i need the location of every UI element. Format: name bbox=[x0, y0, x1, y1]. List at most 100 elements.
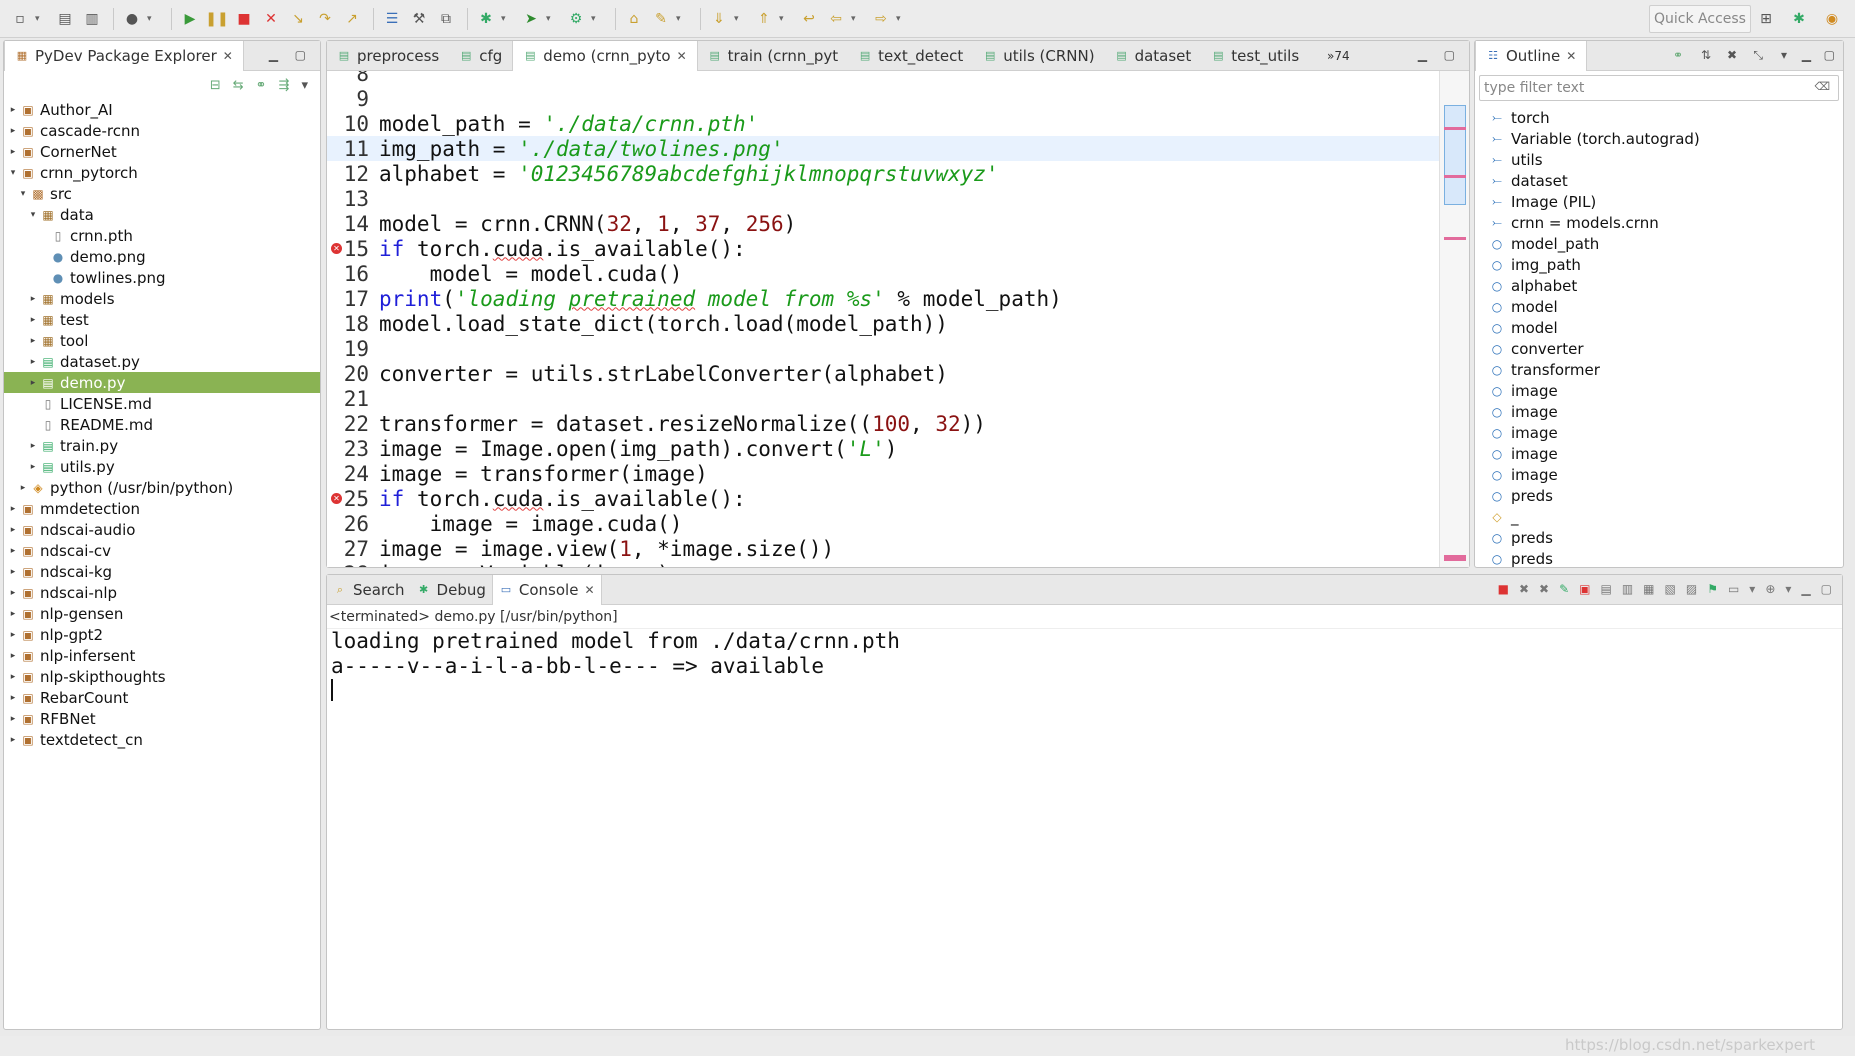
hide-fields-icon[interactable]: ✖ bbox=[1727, 48, 1737, 62]
tree-item[interactable]: ▸ ▣ textdetect_cn bbox=[4, 729, 320, 750]
tree-item[interactable]: ▸ ▣ nlp-skipthoughts bbox=[4, 666, 320, 687]
outline-item[interactable]: ○ preds bbox=[1475, 548, 1843, 569]
clear-console-icon[interactable]: ▣ bbox=[1579, 582, 1590, 596]
collapse-all-icon[interactable]: ⊟ bbox=[210, 78, 221, 93]
tree-item[interactable]: ▾ ▩ src bbox=[4, 183, 320, 204]
overview-marker[interactable] bbox=[1444, 237, 1466, 240]
new-console-icon[interactable]: ⊕ bbox=[1765, 582, 1775, 596]
filter-icon[interactable]: ⚭ bbox=[1673, 48, 1683, 62]
code-line[interactable]: 24 image = transformer(image) bbox=[327, 461, 1439, 486]
previous-annotation-icon[interactable]: ⇑ bbox=[752, 7, 776, 31]
tree-item[interactable]: ▸ ▤ train.py bbox=[4, 435, 320, 456]
outline-item[interactable]: ○ image bbox=[1475, 401, 1843, 422]
expanded-arrow-icon[interactable]: ▾ bbox=[8, 168, 18, 178]
view-menu-icon[interactable]: ▾ bbox=[301, 78, 308, 93]
tree-item[interactable]: ▸ ▦ models bbox=[4, 288, 320, 309]
tree-item[interactable]: ▯ crnn.pth bbox=[4, 225, 320, 246]
outline-item[interactable]: ○ image bbox=[1475, 422, 1843, 443]
console-tab[interactable]: ▭ Console ✕ bbox=[491, 574, 602, 605]
code-line[interactable]: 28image = Variable(image) bbox=[327, 561, 1439, 568]
tree-item[interactable]: ▸ ▣ ndscai-kg bbox=[4, 561, 320, 582]
show-stderr-icon[interactable]: ▨ bbox=[1686, 582, 1697, 596]
terminate-icon[interactable]: ■ bbox=[232, 7, 256, 31]
collapsed-arrow-icon[interactable]: ▸ bbox=[8, 735, 18, 745]
code-line[interactable]: ✕ 15 if torch.cuda.is_available(): bbox=[327, 236, 1439, 261]
code-line[interactable]: 8 bbox=[327, 71, 1439, 86]
outline-item[interactable]: ○ image bbox=[1475, 464, 1843, 485]
collapsed-arrow-icon[interactable]: ▸ bbox=[8, 147, 18, 157]
tab-package-explorer[interactable]: ▦ PyDev Package Explorer ✕ bbox=[4, 40, 244, 71]
collapse-icon[interactable]: ⤡ bbox=[1753, 48, 1763, 63]
disconnect-icon[interactable]: ✕ bbox=[259, 7, 283, 31]
collapsed-arrow-icon[interactable]: ▸ bbox=[8, 567, 18, 577]
tree-item[interactable]: ▸ ▣ cascade-rcnn bbox=[4, 120, 320, 141]
tree-item[interactable]: ● demo.png bbox=[4, 246, 320, 267]
code-line[interactable]: 10 model_path = './data/crnn.pth' bbox=[327, 111, 1439, 136]
expanded-arrow-icon[interactable]: ▾ bbox=[18, 189, 28, 199]
collapsed-arrow-icon[interactable]: ▸ bbox=[8, 546, 18, 556]
filter-icon[interactable]: ⚭ bbox=[256, 78, 267, 93]
chevron-down-icon[interactable]: ▾ bbox=[779, 14, 789, 24]
outline-item[interactable]: ○ preds bbox=[1475, 527, 1843, 548]
chevron-down-icon[interactable]: ▾ bbox=[851, 14, 861, 24]
collapsed-arrow-icon[interactable]: ▸ bbox=[8, 588, 18, 598]
open-folder-icon[interactable]: ⌂ bbox=[622, 7, 646, 31]
tree-item[interactable]: ▸ ▣ ndscai-nlp bbox=[4, 582, 320, 603]
display-console-icon[interactable]: ▭ bbox=[1728, 582, 1739, 596]
collapsed-arrow-icon[interactable]: ▸ bbox=[8, 651, 18, 661]
code-line[interactable]: 26 image = image.cuda() bbox=[327, 511, 1439, 536]
code-line[interactable]: 23 image = Image.open(img_path).convert('… bbox=[327, 436, 1439, 461]
editor-tab[interactable]: ▤ preprocess bbox=[327, 41, 449, 71]
chevron-down-icon[interactable]: ▾ bbox=[1785, 582, 1791, 596]
minimize-icon[interactable]: ▁ bbox=[1802, 48, 1811, 62]
chevron-down-icon[interactable]: ▾ bbox=[734, 14, 744, 24]
outline-item[interactable]: ⤚ Variable (torch.autograd) bbox=[1475, 128, 1843, 149]
collapsed-arrow-icon[interactable]: ▸ bbox=[8, 609, 18, 619]
resume-icon[interactable]: ▶ bbox=[178, 7, 202, 31]
tree-item[interactable]: ▸ ▣ mmdetection bbox=[4, 498, 320, 519]
run-icon[interactable]: ➤ bbox=[519, 7, 543, 31]
next-annotation-icon[interactable]: ⇓ bbox=[707, 7, 731, 31]
tree-item[interactable]: ▾ ▦ data bbox=[4, 204, 320, 225]
tab-overflow-button[interactable]: »74 bbox=[1317, 41, 1360, 71]
step-over-icon[interactable]: ↷ bbox=[313, 7, 337, 31]
console-tab[interactable]: ⌕ Search bbox=[327, 575, 411, 605]
overview-marker[interactable] bbox=[1444, 127, 1466, 130]
tab-outline[interactable]: ☷ Outline ✕ bbox=[1475, 40, 1588, 71]
overview-marker[interactable] bbox=[1444, 175, 1466, 178]
code-line[interactable]: 14 model = crnn.CRNN(32, 1, 37, 256) bbox=[327, 211, 1439, 236]
new-icon[interactable]: ▫ bbox=[8, 7, 32, 31]
collapsed-arrow-icon[interactable]: ▸ bbox=[28, 462, 38, 472]
pydev-perspective-icon[interactable]: ◉ bbox=[1820, 7, 1844, 31]
chevron-down-icon[interactable]: ▾ bbox=[147, 14, 157, 24]
link-editor-icon[interactable]: ⇆ bbox=[233, 78, 244, 93]
debug-icon[interactable]: ✱ bbox=[474, 7, 498, 31]
tree-item[interactable]: ▸ ▣ RebarCount bbox=[4, 687, 320, 708]
focus-icon[interactable]: ⇶ bbox=[279, 78, 290, 93]
tree-item[interactable]: ▯ README.md bbox=[4, 414, 320, 435]
tree-item[interactable]: ▸ ▣ RFBNet bbox=[4, 708, 320, 729]
editor-tab[interactable]: ▤ train (crnn_pyt bbox=[698, 41, 848, 71]
scroll-lock-icon[interactable]: ▤ bbox=[1600, 582, 1611, 596]
collapsed-arrow-icon[interactable]: ▸ bbox=[28, 378, 38, 388]
remove-all-icon[interactable]: ✖ bbox=[1539, 582, 1549, 596]
pen-icon[interactable]: ✎ bbox=[649, 7, 673, 31]
refactor-icon[interactable]: ⚒ bbox=[407, 7, 431, 31]
debug-perspective-icon[interactable]: ✱ bbox=[1787, 7, 1811, 31]
collapsed-arrow-icon[interactable]: ▸ bbox=[8, 525, 18, 535]
code-line[interactable]: ✕ 25 if torch.cuda.is_available(): bbox=[327, 486, 1439, 511]
tree-item[interactable]: ▸ ▤ utils.py bbox=[4, 456, 320, 477]
code-line[interactable]: 9 bbox=[327, 86, 1439, 111]
code-line[interactable]: 20 converter = utils.strLabelConverter(al… bbox=[327, 361, 1439, 386]
outline-item[interactable]: ○ preds bbox=[1475, 485, 1843, 506]
code-line[interactable]: 18 model.load_state_dict(torch.load(model… bbox=[327, 311, 1439, 336]
pin-console-icon[interactable]: ⚑ bbox=[1707, 582, 1718, 596]
show-output-icon[interactable]: ▦ bbox=[1643, 582, 1654, 596]
view-menu-icon[interactable]: ▾ bbox=[1781, 48, 1787, 62]
sort-icon[interactable]: ⇅ bbox=[1701, 48, 1711, 62]
code-line[interactable]: 12 alphabet = '0123456789abcdefghijklmnop… bbox=[327, 161, 1439, 186]
collapsed-arrow-icon[interactable]: ▸ bbox=[28, 336, 38, 346]
tree-item[interactable]: ▸ ▣ nlp-gpt2 bbox=[4, 624, 320, 645]
minimize-icon[interactable]: ▁ bbox=[1418, 48, 1427, 62]
last-edit-icon[interactable]: ↩ bbox=[797, 7, 821, 31]
